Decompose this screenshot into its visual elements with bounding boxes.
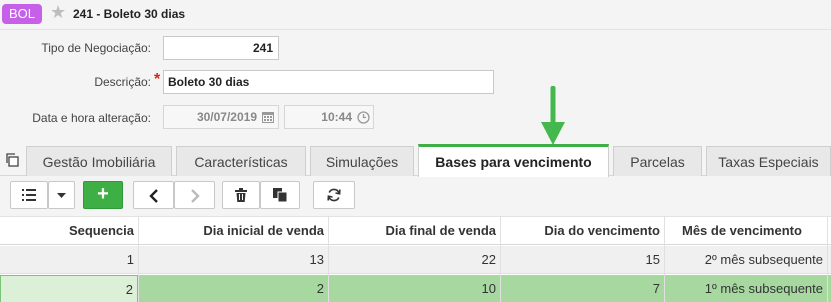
page-title: 241 - Boleto 30 dias xyxy=(73,7,186,21)
add-button[interactable]: + xyxy=(83,181,123,209)
cell-dia-inicial: 13 xyxy=(309,252,324,267)
type-badge: BOL xyxy=(2,4,42,24)
tab-gestao-imobiliaria[interactable]: Gestão Imobiliária xyxy=(26,146,172,176)
list-view-dropdown-button[interactable] xyxy=(48,181,75,209)
title-bar: BOL ★ 241 - Boleto 30 dias xyxy=(0,0,831,30)
tab-parcelas[interactable]: Parcelas xyxy=(613,146,702,176)
list-view-button[interactable] xyxy=(10,181,48,209)
clock-icon xyxy=(357,111,370,124)
star-icon[interactable]: ★ xyxy=(50,3,68,21)
cell-mes-vencimento: 1º mês subsequente xyxy=(704,281,823,296)
tab-bases-para-vencimento[interactable]: Bases para vencimento xyxy=(418,144,609,177)
cell-dia-vencimento: 7 xyxy=(652,281,660,296)
calendar-icon xyxy=(262,112,274,123)
grid-toolbar: + xyxy=(0,176,831,216)
list-icon xyxy=(22,189,36,201)
cell-dia-final: 10 xyxy=(481,281,496,296)
tab-simulacoes[interactable]: Simulações xyxy=(310,146,414,176)
tab-taxas-especiais[interactable]: Taxas Especiais xyxy=(706,146,831,176)
descricao-input[interactable]: Boleto 30 dias xyxy=(163,70,494,94)
chevron-left-icon xyxy=(148,189,158,203)
table-row[interactable]: 1 13 22 15 2º mês subsequente xyxy=(0,246,831,274)
refresh-icon xyxy=(327,188,341,202)
cell-sequencia: 1 xyxy=(126,252,134,267)
data-alteracao-label: Data e hora alteração: xyxy=(32,111,151,125)
column-header-dia-final[interactable]: Dia final de venda xyxy=(328,217,500,245)
column-header-dia-vencimento[interactable]: Dia do vencimento xyxy=(500,217,664,245)
bases-vencimento-grid: Sequencia Dia inicial de venda Dia final… xyxy=(0,216,831,302)
tipo-negociacao-label: Tipo de Negociação: xyxy=(41,41,151,55)
cell-dia-final: 22 xyxy=(481,252,496,267)
previous-button[interactable] xyxy=(133,181,174,209)
cell-mes-vencimento: 2º mês subsequente xyxy=(704,252,823,267)
tab-caracteristicas[interactable]: Características xyxy=(176,146,306,176)
tipo-negociacao-input[interactable]: 241 xyxy=(163,36,279,60)
column-header-dia-inicial[interactable]: Dia inicial de venda xyxy=(138,217,328,245)
duplicate-button[interactable] xyxy=(260,181,300,209)
arrow-down-icon xyxy=(541,86,565,145)
cell-dia-vencimento: 15 xyxy=(645,252,660,267)
column-header-sequencia[interactable]: Sequencia xyxy=(0,217,138,245)
required-marker: * xyxy=(154,71,161,88)
table-row[interactable]: 2 2 10 7 1º mês subsequente xyxy=(0,275,831,302)
column-header-mes-vencimento[interactable]: Mês de vencimento xyxy=(664,217,827,245)
chevron-right-icon xyxy=(190,189,200,203)
refresh-button[interactable] xyxy=(313,181,355,209)
descricao-label: Descrição: xyxy=(94,75,151,89)
duplicate-icon xyxy=(273,188,288,203)
chevron-down-icon xyxy=(57,193,66,198)
cell-sequencia[interactable]: 2 xyxy=(0,275,138,302)
column-divider xyxy=(328,216,329,302)
column-divider xyxy=(827,216,828,302)
copy-icon[interactable] xyxy=(4,152,20,168)
form-panel: Tipo de Negociação: 241 Descrição: * Bol… xyxy=(0,30,831,142)
column-divider xyxy=(500,216,501,302)
delete-button[interactable] xyxy=(222,181,260,209)
grid-header: Sequencia Dia inicial de venda Dia final… xyxy=(0,216,831,245)
trash-icon xyxy=(235,188,247,202)
column-divider xyxy=(138,216,139,302)
column-divider xyxy=(664,216,665,302)
cell-dia-inicial: 2 xyxy=(316,281,324,296)
next-button[interactable] xyxy=(174,181,215,209)
